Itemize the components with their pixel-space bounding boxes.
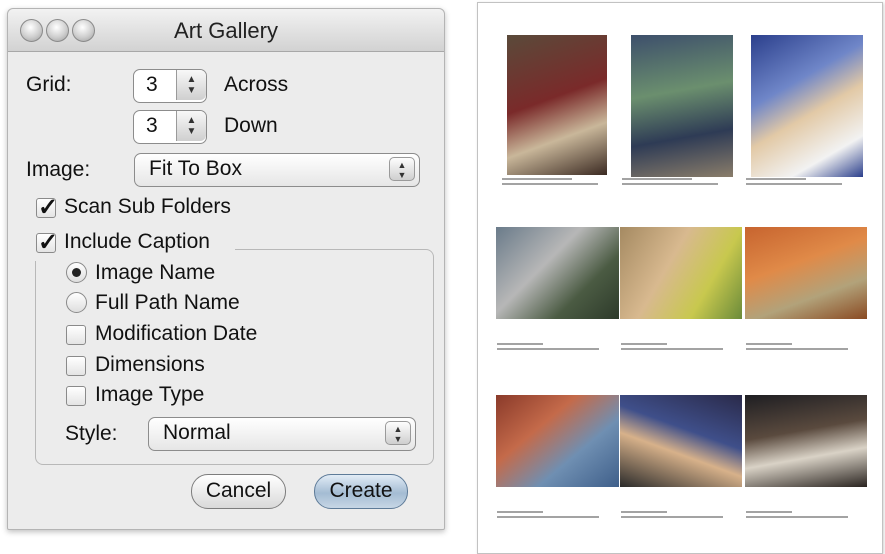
photo-caption-line — [622, 183, 718, 185]
image-type-checkbox[interactable] — [66, 386, 86, 406]
photo-caption-line — [746, 178, 806, 180]
grid-label: Grid: — [26, 73, 72, 96]
photo-caption-line — [621, 348, 723, 350]
gallery-photo — [496, 227, 619, 319]
image-fit-popup[interactable]: Fit To Box ▲ ▼ — [134, 153, 420, 187]
photo-caption-line — [746, 343, 792, 345]
image-fit-value: Fit To Box — [149, 157, 242, 180]
full-path-name-radio[interactable] — [66, 292, 87, 313]
photo-caption-line — [502, 183, 598, 185]
style-label: Style: — [65, 422, 118, 445]
photo-caption-line — [746, 516, 848, 518]
gallery-photo — [631, 35, 733, 177]
include-caption-checkbox[interactable]: ✓ — [36, 229, 58, 256]
photo-caption-line — [621, 511, 667, 513]
create-button[interactable]: Create — [314, 474, 408, 509]
dimensions-label[interactable]: Dimensions — [95, 353, 205, 377]
photo-caption-line — [497, 516, 599, 518]
include-caption-label[interactable]: Include Caption — [64, 230, 210, 254]
popup-arrows-icon: ▲ ▼ — [389, 157, 415, 181]
scan-sub-folders-checkbox[interactable]: ✓ — [36, 194, 58, 221]
gallery-photo — [745, 395, 867, 487]
across-stepper[interactable]: 3 ▲ ▼ — [133, 69, 207, 103]
window-title: Art Gallery — [174, 18, 278, 43]
photo-caption-line — [622, 178, 692, 180]
checkmark-icon: ✓ — [38, 229, 59, 256]
image-name-radio[interactable] — [66, 262, 87, 283]
checkmark-icon: ✓ — [38, 194, 59, 221]
gallery-photo — [507, 35, 607, 175]
title-bar[interactable]: Art Gallery — [8, 9, 444, 52]
dimensions-checkbox[interactable] — [66, 356, 86, 376]
radio-selected-dot — [72, 268, 81, 277]
across-value: 3 — [146, 73, 158, 96]
modification-date-checkbox[interactable] — [66, 325, 86, 345]
photo-caption-line — [746, 348, 848, 350]
gallery-photo — [496, 395, 619, 487]
down-label: Down — [224, 114, 278, 137]
gallery-photo — [751, 35, 863, 177]
gallery-preview-page — [477, 2, 883, 554]
up-down-arrows-icon[interactable]: ▲ ▼ — [176, 70, 206, 100]
photo-caption-line — [497, 348, 599, 350]
up-down-arrows-icon[interactable]: ▲ ▼ — [176, 111, 206, 141]
photo-caption-line — [621, 343, 667, 345]
scan-sub-folders-label[interactable]: Scan Sub Folders — [64, 195, 231, 219]
down-stepper[interactable]: 3 ▲ ▼ — [133, 110, 207, 144]
down-value: 3 — [146, 114, 158, 137]
popup-arrows-icon: ▲ ▼ — [385, 421, 411, 445]
photo-caption-line — [621, 516, 723, 518]
image-type-label[interactable]: Image Type — [95, 383, 204, 407]
photo-caption-line — [497, 511, 543, 513]
cancel-button[interactable]: Cancel — [191, 474, 286, 509]
caption-style-value: Normal — [163, 421, 231, 444]
photo-caption-line — [502, 178, 572, 180]
gallery-photo — [620, 227, 742, 319]
gallery-photo — [620, 395, 742, 487]
gallery-photo — [745, 227, 867, 319]
full-path-name-label[interactable]: Full Path Name — [95, 291, 240, 315]
photo-caption-line — [497, 343, 543, 345]
modification-date-label[interactable]: Modification Date — [95, 322, 257, 346]
across-label: Across — [224, 73, 289, 96]
image-name-label[interactable]: Image Name — [95, 261, 215, 285]
image-label: Image: — [26, 158, 91, 181]
caption-style-popup[interactable]: Normal ▲ ▼ — [148, 417, 416, 451]
art-gallery-dialog: Art Gallery Grid: 3 ▲ ▼ Across 3 ▲ ▼ Down … — [7, 8, 445, 530]
photo-caption-line — [746, 511, 792, 513]
photo-caption-line — [746, 183, 842, 185]
